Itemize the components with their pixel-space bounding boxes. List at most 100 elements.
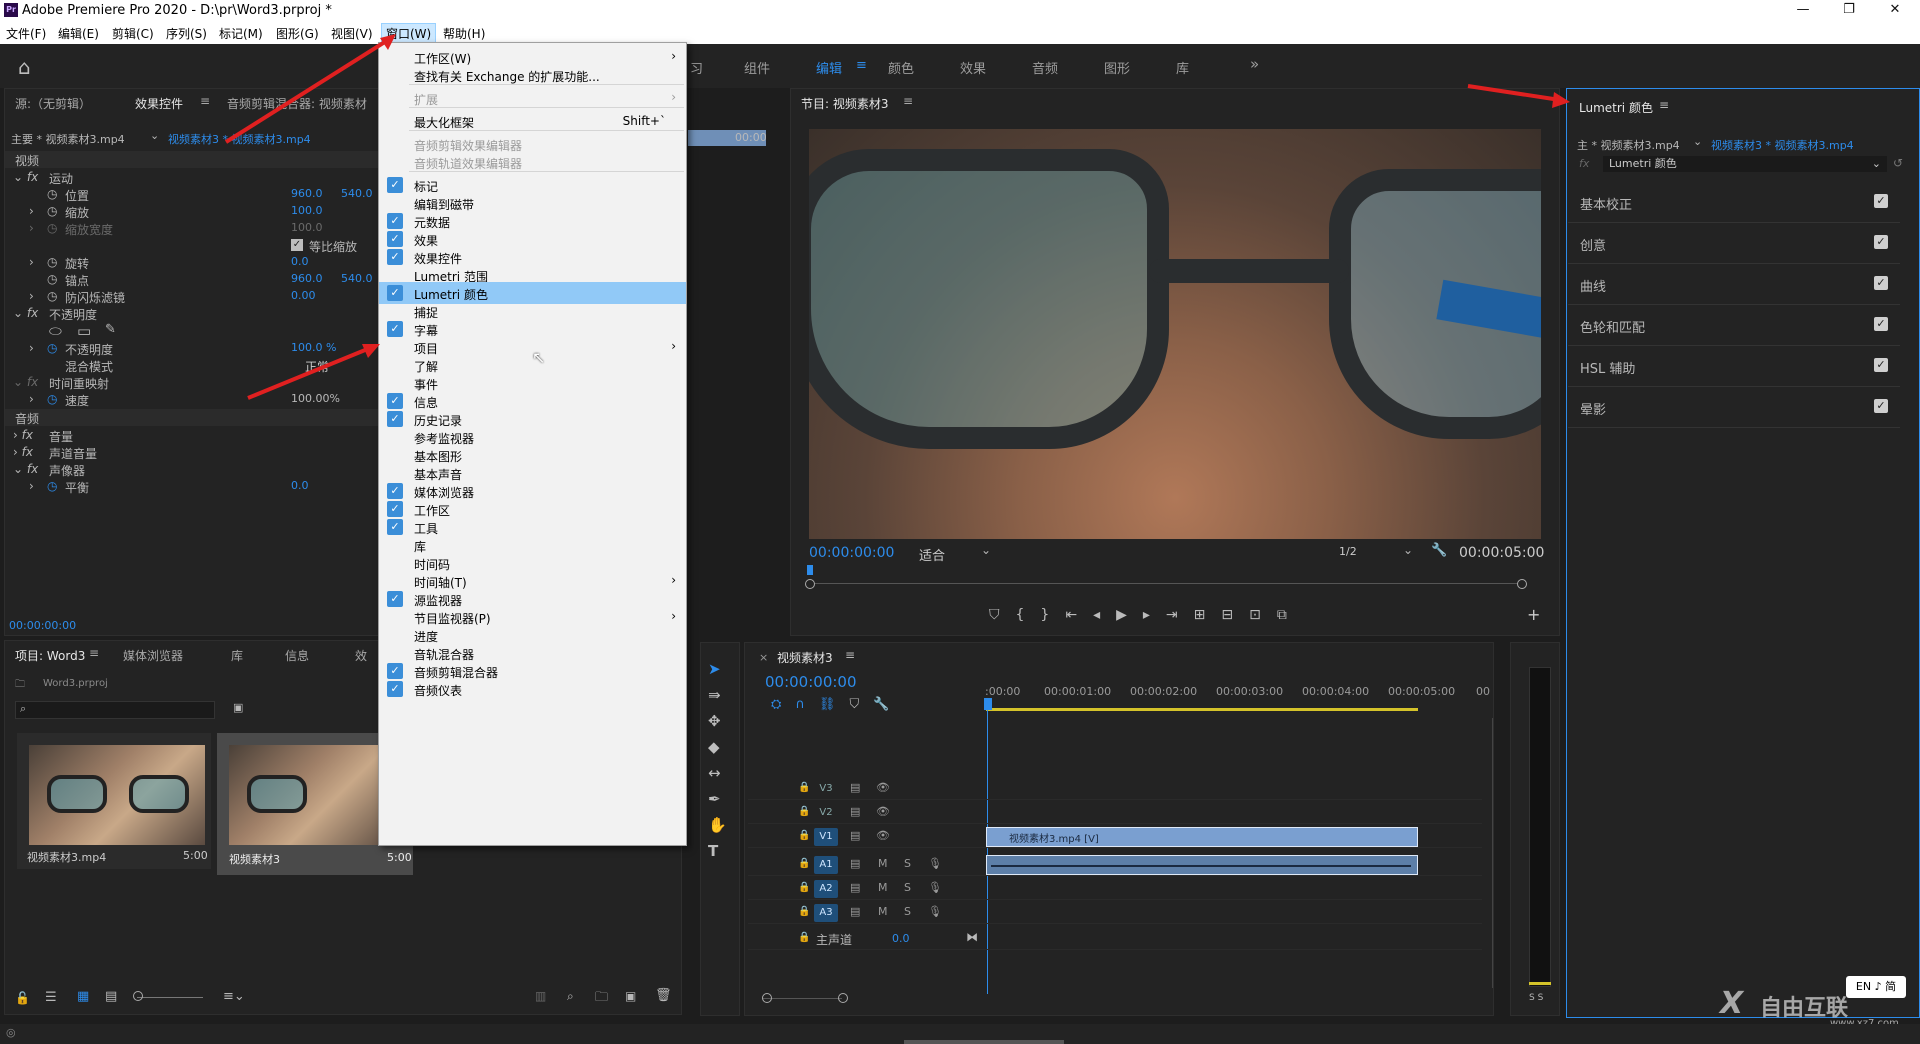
section-enable-checkbox[interactable]: ✓ [1874,358,1888,372]
icon-view-icon[interactable]: ▦ [77,989,89,1004]
minimize-button[interactable]: — [1780,0,1826,22]
sync-lock-icon[interactable]: ▤ [850,881,860,894]
lumetri-section-curves[interactable]: 曲线 ✓ [1568,264,1900,305]
fit-select[interactable]: 适合 [919,545,945,564]
add-marker-icon[interactable]: ⛉ [989,607,1016,623]
mute-button[interactable]: M [878,857,888,870]
ec-timecode[interactable]: 00:00:00:00 [9,619,76,632]
home-icon[interactable]: ⌂ [18,55,31,79]
add-marker-icon[interactable]: ⛉ [849,697,873,712]
solo-labels[interactable]: S S [1529,993,1543,1003]
lumetri-sequence-clip[interactable]: 视频素材3 * 视频素材3.mp4 [1711,137,1854,153]
step-forward-icon[interactable]: ▸ [1143,607,1166,623]
ripple-edit-tool-icon[interactable]: ✥ [708,712,721,730]
stopwatch-icon[interactable]: ◷ [47,204,57,218]
panner-effect[interactable]: ⌄ fx 声像器 [5,461,385,478]
step-back-icon[interactable]: ◂ [1093,607,1116,623]
comparison-view-icon[interactable]: ⧉ [1277,607,1303,623]
track-select-tool-icon[interactable]: ⇛ [708,686,721,704]
rectangle-mask-icon[interactable]: ▭ [77,322,91,340]
nest-icon[interactable]: ⛭ [771,697,795,712]
sync-lock-icon[interactable]: ▤ [850,905,860,918]
extract-icon[interactable]: ⊟ [1221,607,1249,623]
menu-file[interactable]: 文件(F) [6,25,46,42]
razor-tool-icon[interactable]: ◆ [708,738,720,756]
tab-info[interactable]: 信息 [285,647,309,664]
lift-icon[interactable]: ⊞ [1194,607,1222,623]
track-lock-icon[interactable]: 🔒 [798,806,810,817]
audio-clip[interactable] [986,855,1418,875]
play-icon[interactable]: ▶ [1116,607,1143,623]
stopwatch-icon[interactable]: ◷ [47,479,57,493]
section-enable-checkbox[interactable]: ✓ [1874,194,1888,208]
zoom-slider-handle[interactable] [133,991,143,1001]
sync-lock-icon[interactable]: ▤ [850,781,860,794]
sync-lock-icon[interactable]: ▤ [850,829,860,842]
motion-effect[interactable]: ⌄ fx 运动 [5,169,385,186]
section-enable-checkbox[interactable]: ✓ [1874,276,1888,290]
vertical-scroll-track[interactable] [1492,718,1493,988]
scrubber-start-handle[interactable] [805,579,815,589]
go-to-out-icon[interactable]: ⇥ [1166,607,1194,623]
panel-menu-icon[interactable]: ≡ [200,94,210,108]
workspace-tab-learn[interactable]: 习 [690,58,703,77]
timeline-settings-icon[interactable]: 🔧 [873,697,903,712]
sequence-tab[interactable]: 视频素材3 [777,649,833,666]
resolution-select[interactable]: 1/2 [1339,545,1357,558]
zoom-slider[interactable] [137,997,203,998]
stopwatch-icon[interactable]: ◷ [47,341,57,355]
window-menu-item[interactable]: ✓ 音频仪表 [379,678,686,700]
section-enable-checkbox[interactable]: ✓ [1874,235,1888,249]
volume-effect[interactable]: › fx 音量 [5,427,385,444]
new-bin-from-search-icon[interactable]: ▣ [233,701,243,714]
section-enable-checkbox[interactable]: ✓ [1874,317,1888,331]
workspace-tab-audio[interactable]: 音频 [1032,58,1058,77]
track-lock-icon[interactable]: 🔒 [798,882,810,893]
new-bin-icon[interactable]: 🗀 [595,988,608,1010]
window-menu-item[interactable]: 最大化框架 Shift+` [379,110,686,132]
eye-icon[interactable]: 👁 [876,805,890,818]
window-menu-item[interactable]: 查找有关 Exchange 的扩展功能... [379,64,686,86]
mic-icon[interactable]: 🎙 [928,881,942,894]
lumetri-panel-title[interactable]: Lumetri 颜色 [1579,99,1653,116]
tab-source[interactable]: 源:（无剪辑） [15,95,91,112]
zoom-handle-left[interactable] [762,993,772,1003]
tab-media-browser[interactable]: 媒体浏览器 [123,647,183,664]
workspace-tab-libraries[interactable]: 库 [1176,58,1189,77]
export-frame-icon[interactable]: ⊡ [1249,607,1277,623]
program-monitor-title[interactable]: 节目: 视频素材3 [801,95,889,112]
tab-effect-controls[interactable]: 效果控件 [135,95,183,112]
new-item-icon[interactable]: ▣ [625,989,636,1003]
mic-icon[interactable]: 🎙 [928,905,942,918]
reset-icon[interactable]: ↺ [1893,156,1903,170]
hand-tool-icon[interactable]: ✋ [708,816,727,834]
sync-lock-icon[interactable]: ▤ [850,805,860,818]
timeline-menu-icon[interactable]: ≡ [845,648,855,662]
freeform-view-icon[interactable]: ▤ [105,989,117,1004]
program-menu-icon[interactable]: ≡ [903,94,913,108]
timeline-playhead[interactable] [984,698,992,710]
close-button[interactable]: ✕ [1872,0,1918,22]
project-search-input[interactable]: ⌕ [15,701,215,719]
track-lock-icon[interactable]: 🔒 [798,906,810,917]
solo-button[interactable]: S [904,905,911,918]
ime-indicator[interactable]: EN ♪ 简 [1846,976,1906,998]
slip-tool-icon[interactable]: ↔ [708,764,721,782]
find-icon[interactable]: ⌕ [567,989,574,1004]
lumetri-menu-icon[interactable]: ≡ [1659,98,1669,112]
master-keyframe-icon[interactable]: ⧓ [966,930,978,944]
timeline-timecode[interactable]: 00:00:00:00 [765,673,857,691]
mute-button[interactable]: M [878,881,888,894]
lumetri-section-basic[interactable]: 基本校正 ✓ [1568,182,1900,223]
lumetri-section-creative[interactable]: 创意 ✓ [1568,223,1900,264]
track-lock-icon[interactable]: 🔒 [798,932,810,943]
solo-button[interactable]: S [904,881,911,894]
type-tool-icon[interactable]: T [708,842,718,860]
stopwatch-icon[interactable]: ◷ [47,272,57,286]
pen-tool-icon[interactable]: ✒ [708,790,721,808]
fit-dropdown-icon[interactable]: ⌄ [981,543,991,557]
resolution-dropdown-icon[interactable]: ⌄ [1403,543,1413,557]
workspace-tab-effects[interactable]: 效果 [960,58,986,77]
mute-button[interactable]: M [878,905,888,918]
timeline-zoom-scroll[interactable] [762,998,842,999]
